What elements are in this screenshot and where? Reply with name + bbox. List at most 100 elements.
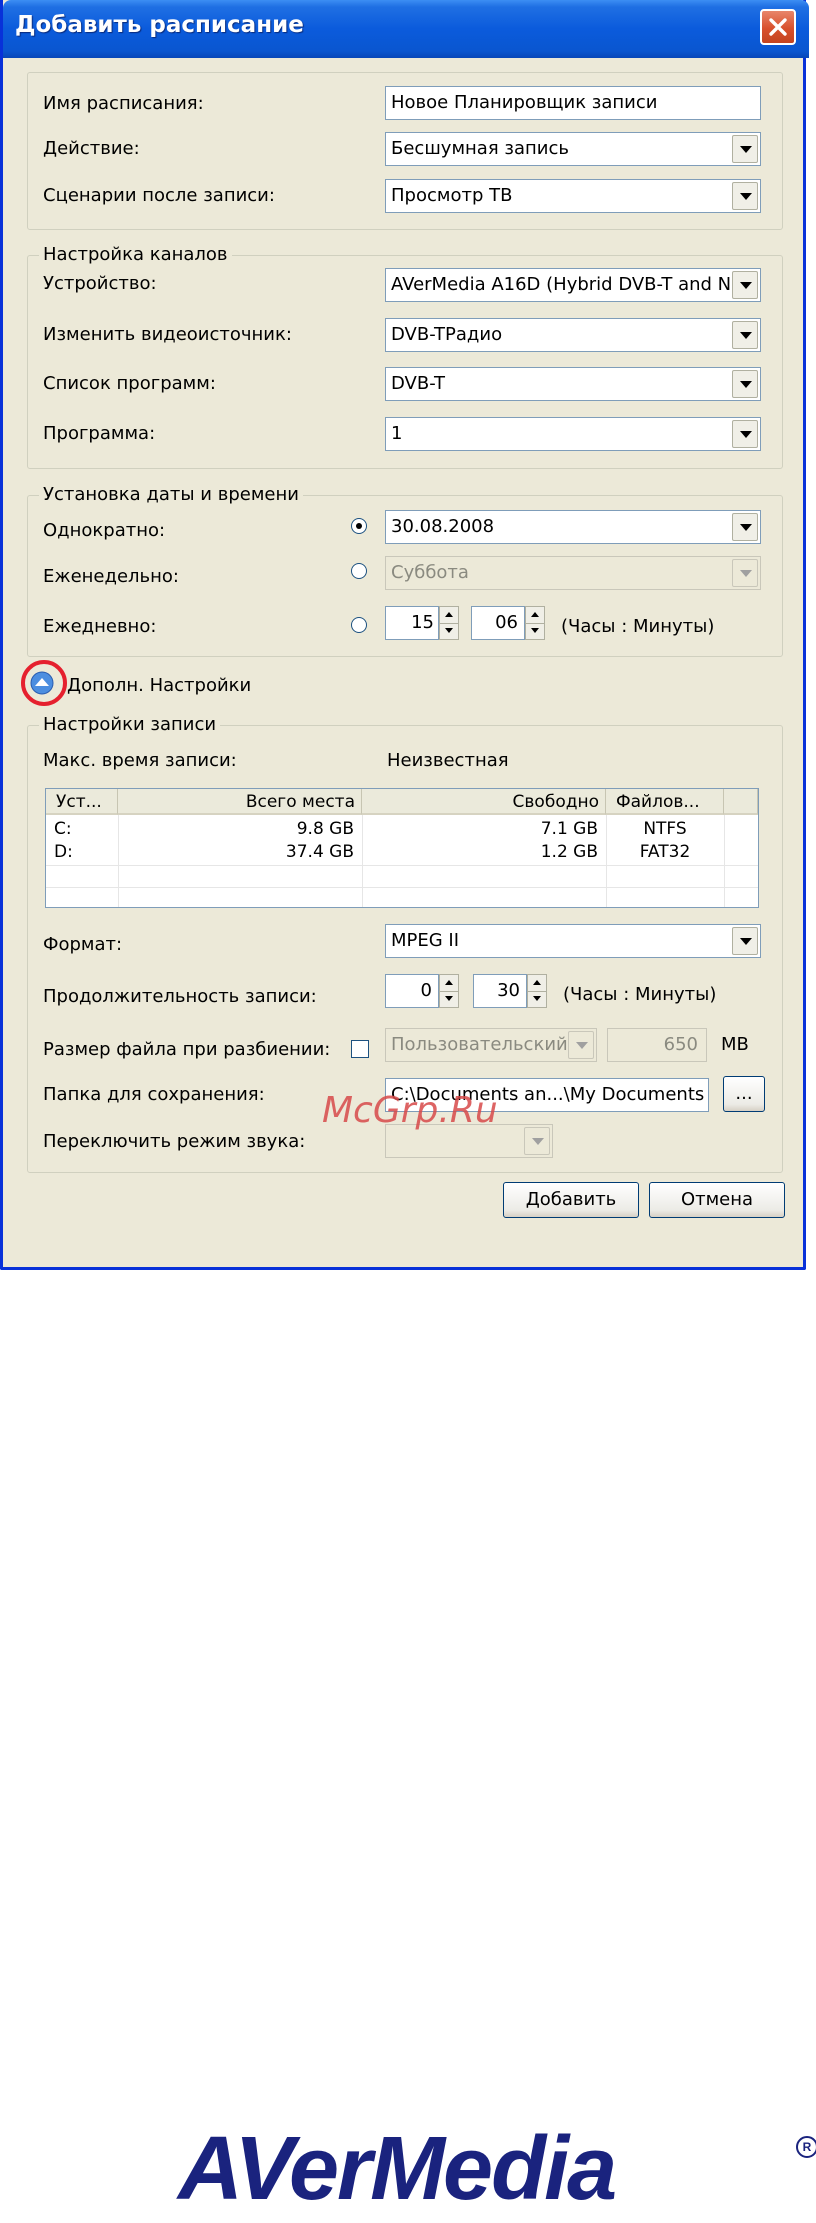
- split-mode-value: Пользовательский: [391, 1034, 568, 1055]
- chevron-down-icon: [740, 938, 752, 945]
- daily-minutes-input[interactable]: 06: [471, 606, 525, 640]
- chevron-down-icon: [740, 193, 752, 200]
- chevron-down-icon: [532, 1138, 544, 1145]
- chevron-down-icon: [740, 431, 752, 438]
- cell-free: 7.1 GB: [540, 819, 598, 839]
- after-record-select[interactable]: Просмотр ТВ: [385, 179, 761, 213]
- split-mode-dropdown-button[interactable]: [568, 1031, 594, 1059]
- duration-minutes-spinner[interactable]: [527, 974, 547, 1008]
- cell-drive: C:: [54, 819, 72, 839]
- daily-label: Ежедневно:: [43, 616, 157, 637]
- program-dropdown-button[interactable]: [732, 420, 758, 448]
- daily-minutes-spinner[interactable]: [525, 606, 545, 640]
- max-time-value: Неизвестная: [387, 750, 509, 771]
- daily-hours-spinner[interactable]: [439, 606, 459, 640]
- header-blank: [724, 789, 758, 815]
- chevron-down-icon: [740, 146, 752, 153]
- close-button[interactable]: [760, 9, 796, 45]
- dialog-window: Добавить расписание Имя расписания: Ново…: [0, 0, 809, 1270]
- video-source-value: DVB-TРадио: [391, 324, 503, 345]
- duration-minutes-up[interactable]: [528, 975, 546, 992]
- duration-minutes-down[interactable]: [528, 991, 546, 1007]
- split-unit-label: MB: [721, 1034, 749, 1055]
- duration-hours-input[interactable]: 0: [385, 974, 439, 1008]
- add-button[interactable]: Добавить: [503, 1182, 639, 1218]
- split-size-label: Размер файла при разбиении:: [43, 1039, 331, 1060]
- header-free-space[interactable]: Свободно: [362, 789, 606, 815]
- record-legend: Настройки записи: [39, 714, 221, 735]
- after-record-value: Просмотр ТВ: [391, 185, 513, 206]
- daily-minutes-down[interactable]: [526, 623, 544, 639]
- close-icon: [769, 18, 787, 36]
- program-value: 1: [391, 423, 403, 444]
- cancel-button[interactable]: Отмена: [649, 1182, 785, 1218]
- program-list-select[interactable]: DVB-T: [385, 367, 761, 401]
- device-dropdown-button[interactable]: [732, 271, 758, 299]
- program-label: Программа:: [43, 423, 156, 444]
- daily-radio[interactable]: [351, 617, 367, 633]
- duration-hours-spinner[interactable]: [439, 974, 459, 1008]
- split-size-checkbox[interactable]: [351, 1040, 369, 1058]
- split-mode-select[interactable]: Пользовательский: [385, 1028, 597, 1062]
- audio-mode-label: Переключить режим звука:: [43, 1131, 306, 1152]
- channels-legend: Настройка каналов: [39, 244, 232, 265]
- brand-logo: AVerMedia: [178, 2119, 617, 2219]
- once-date-value: 30.08.2008: [391, 516, 495, 537]
- format-select[interactable]: MPEG II: [385, 924, 761, 958]
- collapse-advanced-icon[interactable]: [19, 658, 69, 708]
- chevron-down-icon: [576, 1042, 588, 1049]
- daily-hours-down[interactable]: [440, 623, 458, 639]
- weekly-day-select[interactable]: Суббота: [385, 556, 761, 590]
- daily-hours-input[interactable]: 15: [385, 606, 439, 640]
- weekly-day-dropdown-button[interactable]: [732, 559, 758, 587]
- arrow-up-icon: [445, 980, 453, 985]
- cell-filesystem: NTFS: [643, 819, 687, 839]
- arrow-down-icon: [531, 628, 539, 633]
- registered-mark: R: [796, 2136, 816, 2158]
- format-value: MPEG II: [391, 930, 460, 951]
- duration-hours-up[interactable]: [440, 975, 458, 992]
- video-source-label: Изменить видеоисточник:: [43, 324, 292, 345]
- program-list-dropdown-button[interactable]: [732, 370, 758, 398]
- schedule-name-input[interactable]: Новое Планировщик записи: [385, 86, 761, 120]
- once-label: Однократно:: [43, 520, 166, 541]
- duration-time-hint: (Часы : Минуты): [563, 984, 717, 1005]
- after-record-dropdown-button[interactable]: [732, 182, 758, 210]
- datetime-legend: Установка даты и времени: [39, 484, 303, 505]
- chevron-down-icon: [740, 381, 752, 388]
- duration-minutes-input[interactable]: 30: [473, 974, 527, 1008]
- browse-button[interactable]: ...: [723, 1076, 765, 1112]
- header-total-space[interactable]: Всего места: [118, 789, 362, 815]
- save-folder-label: Папка для сохранения:: [43, 1084, 265, 1105]
- chevron-down-icon: [740, 332, 752, 339]
- format-dropdown-button[interactable]: [732, 927, 758, 955]
- video-source-select[interactable]: DVB-TРадио: [385, 318, 761, 352]
- program-select[interactable]: 1: [385, 417, 761, 451]
- daily-hours-up[interactable]: [440, 607, 458, 624]
- duration-hours-down[interactable]: [440, 991, 458, 1007]
- arrow-down-icon: [445, 628, 453, 633]
- advanced-settings-label[interactable]: Дополн. Настройки: [67, 675, 251, 696]
- video-source-dropdown-button[interactable]: [732, 321, 758, 349]
- header-filesystem[interactable]: Файлов...: [606, 789, 724, 815]
- title-bar[interactable]: Добавить расписание: [3, 0, 809, 58]
- once-date-dropdown-button[interactable]: [732, 513, 758, 541]
- split-size-input[interactable]: 650: [607, 1028, 707, 1062]
- cell-total: 37.4 GB: [285, 842, 354, 862]
- once-radio[interactable]: [351, 518, 367, 534]
- after-record-label: Сценарии после записи:: [43, 185, 275, 206]
- daily-minutes-up[interactable]: [526, 607, 544, 624]
- program-list-value: DVB-T: [391, 373, 446, 394]
- max-time-label: Макс. время записи:: [43, 750, 237, 771]
- drive-table[interactable]: Уст... Всего места Свободно Файлов... C:…: [45, 788, 759, 908]
- device-select[interactable]: AVerMedia A16D (Hybrid DVB-T and N: [385, 268, 761, 302]
- chevron-down-icon: [740, 524, 752, 531]
- once-date-select[interactable]: 30.08.2008: [385, 510, 761, 544]
- device-label: Устройство:: [43, 273, 157, 294]
- audio-mode-dropdown-button[interactable]: [524, 1127, 550, 1155]
- action-dropdown-button[interactable]: [732, 135, 758, 163]
- action-select[interactable]: Бесшумная запись: [385, 132, 761, 166]
- window-title: Добавить расписание: [15, 12, 304, 38]
- header-drive[interactable]: Уст...: [46, 789, 118, 815]
- weekly-radio[interactable]: [351, 563, 367, 579]
